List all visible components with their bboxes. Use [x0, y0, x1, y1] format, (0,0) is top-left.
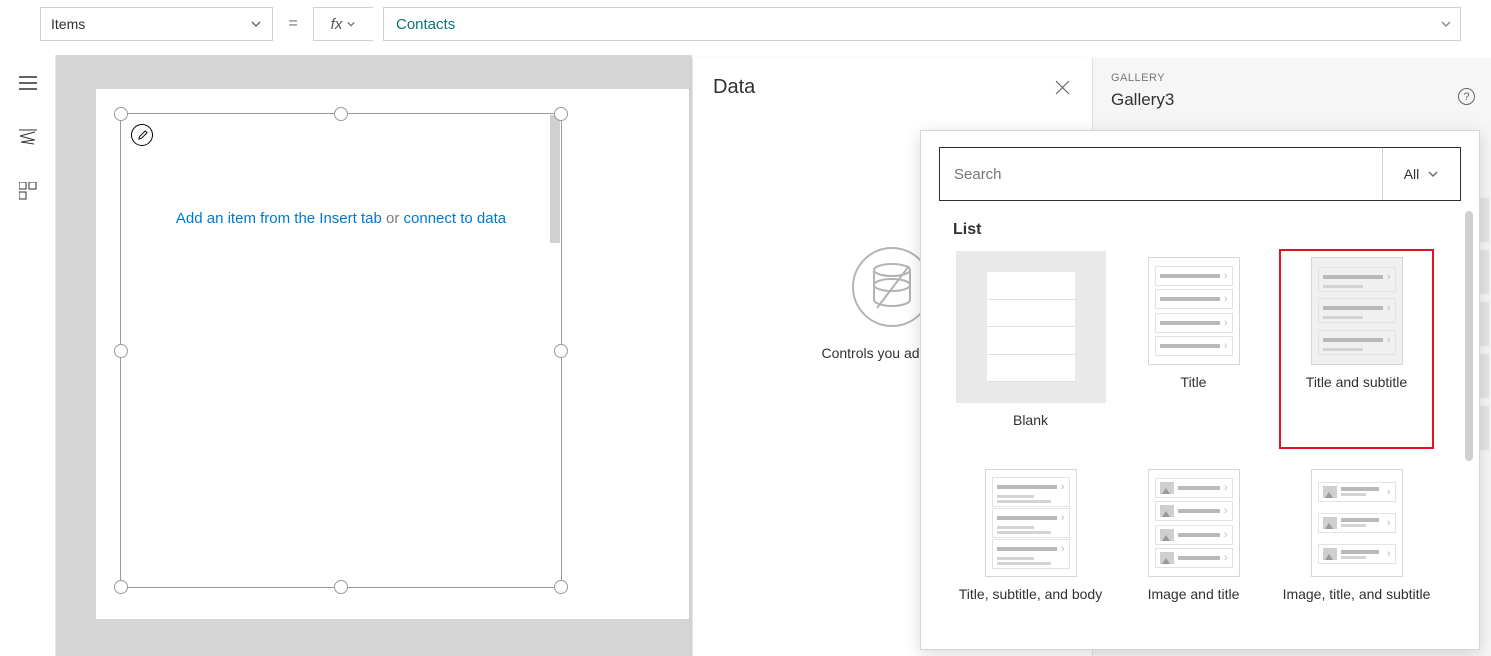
- layout-label: Title, subtitle, and body: [959, 585, 1102, 621]
- gallery-empty-hint: Add an item from the Insert tab or conne…: [121, 210, 561, 227]
- layout-label: Image and title: [1148, 585, 1240, 621]
- resize-handle[interactable]: [554, 344, 568, 358]
- layout-label: Title and subtitle: [1306, 373, 1407, 409]
- chevron-down-icon: [250, 18, 262, 30]
- formula-text: Contacts: [396, 16, 455, 33]
- property-label: Items: [51, 16, 85, 32]
- layout-tile-title[interactable]: › › › › Title: [1116, 249, 1271, 449]
- prop-tab[interactable]: [1479, 354, 1489, 398]
- search-input[interactable]: [940, 166, 1382, 183]
- canvas-background: Add an item from the Insert tab or conne…: [56, 55, 692, 656]
- resize-handle[interactable]: [554, 580, 568, 594]
- scrollbar[interactable]: [1465, 211, 1473, 461]
- canvas-screen[interactable]: Add an item from the Insert tab or conne…: [96, 89, 689, 619]
- fx-button[interactable]: fx: [313, 7, 373, 41]
- resize-handle[interactable]: [114, 580, 128, 594]
- hamburger-icon[interactable]: [18, 73, 38, 93]
- layout-group-title: List: [953, 221, 1461, 239]
- layout-tile-title-subtitle[interactable]: › › › Title and subtitle: [1279, 249, 1434, 449]
- prop-control-name: Gallery3: [1111, 90, 1473, 110]
- equals-sign: =: [283, 15, 303, 33]
- gallery-selection[interactable]: Add an item from the Insert tab or conne…: [120, 113, 562, 588]
- prop-tab[interactable]: [1479, 302, 1489, 346]
- layout-label: Blank: [1013, 411, 1048, 447]
- filter-label: All: [1404, 166, 1420, 182]
- hint-insert-link[interactable]: Add an item from the Insert tab: [176, 210, 382, 227]
- layout-tile-title-subtitle-body[interactable]: › › › Title, subtitle, and body: [953, 461, 1108, 629]
- resize-handle[interactable]: [114, 107, 128, 121]
- close-icon[interactable]: [1055, 80, 1070, 95]
- chevron-down-icon[interactable]: [1440, 18, 1452, 30]
- resize-handle[interactable]: [554, 107, 568, 121]
- formula-input[interactable]: Contacts: [383, 7, 1461, 41]
- layout-tile-blank[interactable]: Blank: [953, 249, 1108, 449]
- hint-connect-link[interactable]: connect to data: [404, 210, 507, 227]
- layout-tile-more[interactable]: ›: [953, 641, 1108, 649]
- layout-picker: All List Blank › › › › Title: [920, 130, 1480, 650]
- layout-tile-image-title-subtitle[interactable]: › › › Image, title, and subtitle: [1279, 461, 1434, 629]
- layout-label: Image, title, and subtitle: [1283, 585, 1431, 621]
- left-rail: [0, 55, 56, 656]
- property-dropdown[interactable]: Items: [40, 7, 273, 41]
- hint-or: or: [386, 210, 399, 227]
- tree-view-icon[interactable]: [18, 127, 38, 147]
- picker-search-bar: All: [939, 147, 1461, 201]
- prop-section-label: GALLERY: [1111, 72, 1473, 84]
- formula-bar: Items = fx Contacts: [0, 4, 1491, 44]
- components-icon[interactable]: [18, 181, 38, 201]
- prop-tab[interactable]: [1479, 198, 1489, 242]
- help-icon[interactable]: ?: [1458, 88, 1475, 105]
- fx-label: fx: [331, 16, 343, 33]
- prop-tab[interactable]: [1479, 406, 1489, 450]
- layout-tile-image-title[interactable]: › › › › Image and title: [1116, 461, 1271, 629]
- data-pane-title: Data: [713, 76, 755, 99]
- edit-icon[interactable]: [131, 124, 153, 146]
- resize-handle[interactable]: [114, 344, 128, 358]
- layout-label: Title: [1181, 373, 1207, 409]
- prop-tab[interactable]: [1479, 250, 1489, 294]
- filter-dropdown[interactable]: All: [1382, 148, 1460, 200]
- resize-handle[interactable]: [334, 107, 348, 121]
- resize-handle[interactable]: [334, 580, 348, 594]
